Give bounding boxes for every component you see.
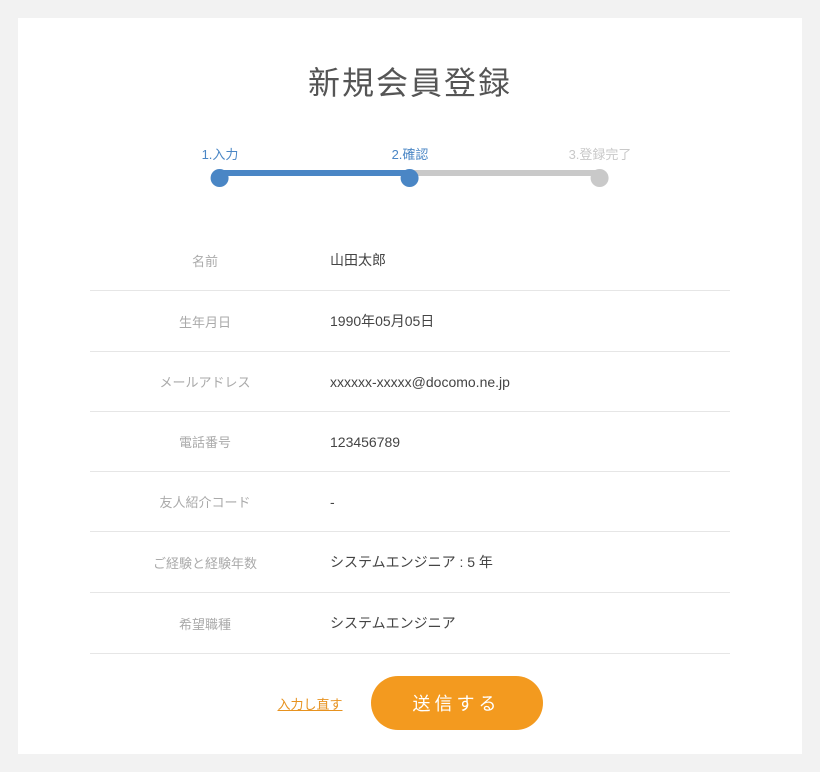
field-referral: 友人紹介コード - bbox=[90, 472, 730, 532]
field-label: ご経験と経験年数 bbox=[90, 553, 330, 572]
field-label: 電話番号 bbox=[90, 432, 330, 451]
back-link[interactable]: 入力し直す bbox=[277, 694, 342, 713]
step-complete: 3.登録完了 bbox=[569, 144, 632, 187]
field-label: 名前 bbox=[90, 251, 330, 270]
step-label: 2.確認 bbox=[392, 144, 429, 163]
step-dot-icon bbox=[211, 169, 229, 187]
step-label: 3.登録完了 bbox=[569, 144, 632, 163]
submit-button[interactable]: 送信する bbox=[371, 676, 543, 730]
field-label: メールアドレス bbox=[90, 372, 330, 391]
field-birthdate: 生年月日 1990年05月05日 bbox=[90, 291, 730, 352]
field-desired-job: 希望職種 システムエンジニア bbox=[90, 593, 730, 654]
progress-bar-fill bbox=[220, 170, 410, 176]
field-phone: 電話番号 123456789 bbox=[90, 412, 730, 472]
field-value: 山田太郎 bbox=[330, 250, 730, 270]
field-value: システムエンジニア : 5 年 bbox=[330, 552, 730, 572]
field-experience: ご経験と経験年数 システムエンジニア : 5 年 bbox=[90, 532, 730, 593]
registration-card: 新規会員登録 1.入力 2.確認 3.登録完了 名前 山田太郎 生年月日 199… bbox=[18, 18, 802, 754]
confirmation-fields: 名前 山田太郎 生年月日 1990年05月05日 メールアドレス xxxxxx-… bbox=[90, 230, 730, 654]
step-label: 1.入力 bbox=[202, 144, 239, 163]
field-label: 希望職種 bbox=[90, 614, 330, 633]
field-value: 1990年05月05日 bbox=[330, 311, 730, 331]
field-value: 123456789 bbox=[330, 434, 730, 450]
field-value: システムエンジニア bbox=[330, 613, 730, 633]
field-value: - bbox=[330, 494, 730, 510]
step-confirm: 2.確認 bbox=[392, 144, 429, 187]
field-label: 友人紹介コード bbox=[90, 492, 330, 511]
form-actions: 入力し直す 送信する bbox=[18, 676, 802, 730]
field-value: xxxxxx-xxxxx@docomo.ne.jp bbox=[330, 374, 730, 390]
step-dot-icon bbox=[591, 169, 609, 187]
step-dot-icon bbox=[401, 169, 419, 187]
step-input: 1.入力 bbox=[202, 144, 239, 187]
field-email: メールアドレス xxxxxx-xxxxx@docomo.ne.jp bbox=[90, 352, 730, 412]
page-title: 新規会員登録 bbox=[18, 58, 802, 104]
field-name: 名前 山田太郎 bbox=[90, 230, 730, 291]
progress-steps: 1.入力 2.確認 3.登録完了 bbox=[210, 144, 610, 180]
field-label: 生年月日 bbox=[90, 312, 330, 331]
